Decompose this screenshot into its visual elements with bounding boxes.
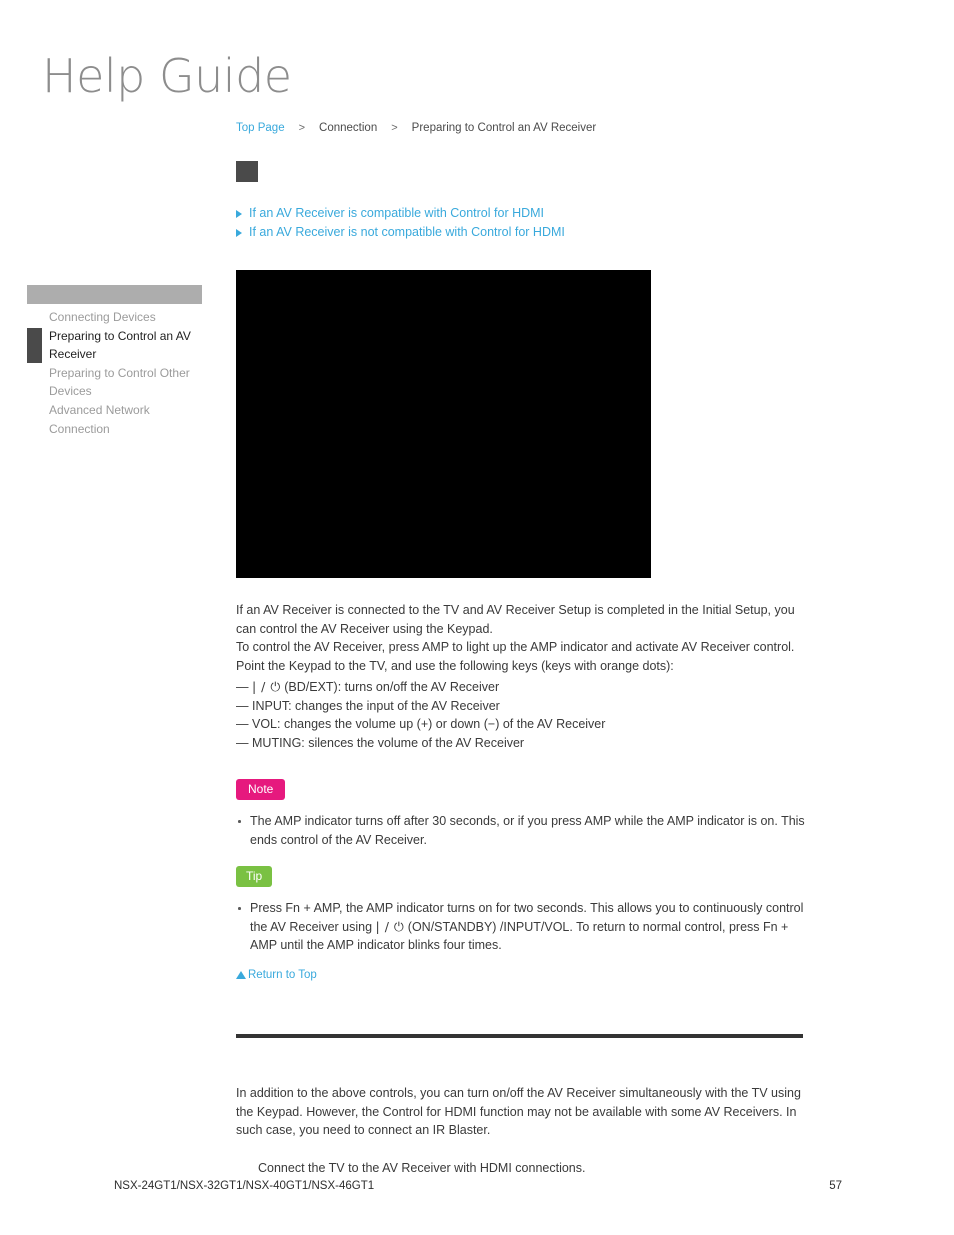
tip-body: Press Fn + AMP, the AMP indicator turns … <box>236 899 806 955</box>
footer-model-numbers: NSX-24GT1/NSX-32GT1/NSX-40GT1/NSX-46GT1 <box>114 1180 375 1192</box>
dash-bullet: — <box>236 735 249 750</box>
sidebar: Connecting Devices Preparing to Control … <box>27 285 202 438</box>
sidebar-item-preparing-av-receiver[interactable]: Preparing to Control an AV Receiver <box>27 327 202 364</box>
triangle-up-icon <box>236 971 246 979</box>
breadcrumb-separator-1: > <box>298 122 306 134</box>
breadcrumb-item-connection[interactable]: Connection <box>319 122 377 134</box>
sidebar-item-label: Preparing to Control an AV Receiver <box>49 328 191 362</box>
key-function-item-power: — | / ⏻ (BD/EXT): turns on/off the AV Rec… <box>236 678 806 697</box>
anchor-link-list: If an AV Receiver is compatible with Con… <box>236 204 796 242</box>
lower-copy: In addition to the above controls, you c… <box>236 1084 806 1140</box>
page-title-swatch <box>236 161 258 182</box>
sidebar-header-bar <box>27 285 202 304</box>
masthead: Help Guide <box>42 48 462 104</box>
sidebar-item-list: Connecting Devices Preparing to Control … <box>27 308 202 438</box>
key-function-item-input: — INPUT: changes the input of the AV Rece… <box>236 697 806 716</box>
sidebar-item-preparing-other-devices[interactable]: Preparing to Control Other Devices <box>27 364 202 401</box>
key-function-text: VOL: changes the volume up (+) or down (… <box>252 717 606 732</box>
key-function-text: (BD/EXT): turns on/off the AV Receiver <box>280 680 500 694</box>
triangle-right-icon <box>236 210 242 218</box>
dot-bullet-icon <box>238 820 241 823</box>
tip-list-item: Press Fn + AMP, the AMP indicator turns … <box>236 899 806 955</box>
return-to-top-label: Return to Top <box>248 969 317 981</box>
anchor-link-label: If an AV Receiver is compatible with Con… <box>249 206 545 220</box>
key-function-item-vol: — VOL: changes the volume up (+) or down … <box>236 715 806 734</box>
breadcrumb-separator-2: > <box>391 122 398 134</box>
breadcrumb-link-top-page[interactable]: Top Page <box>236 122 285 134</box>
tip-badge: Tip <box>236 866 273 887</box>
site-title: Help Guide <box>42 49 292 103</box>
note-badge: Note <box>236 779 286 800</box>
note-list-item: The AMP indicator turns off after 30 sec… <box>236 812 806 849</box>
dash-bullet: — <box>236 680 249 694</box>
triangle-right-icon <box>236 229 242 237</box>
key-function-text: INPUT: changes the input of the AV Recei… <box>252 698 500 713</box>
key-function-text: MUTING: silences the volume of the AV Re… <box>252 735 525 750</box>
intro-copy: If an AV Receiver is connected to the TV… <box>236 601 806 675</box>
key-function-item-muting: — MUTING: silences the volume of the AV R… <box>236 734 806 753</box>
power-symbol-icon: | / ⏻ <box>252 679 281 694</box>
intro-paragraph-1: If an AV Receiver is connected to the TV… <box>236 603 795 636</box>
key-function-list: — | / ⏻ (BD/EXT): turns on/off the AV Rec… <box>236 678 806 752</box>
step-caption: Connect the TV to the AV Receiver with H… <box>258 1161 586 1175</box>
intro-paragraph-2: To control the AV Receiver, press AMP to… <box>236 640 795 673</box>
power-symbol-icon: | / ⏻ <box>375 918 405 934</box>
return-to-top-link[interactable]: Return to Top <box>236 967 317 983</box>
note-callout: Note The AMP indicator turns off after 3… <box>236 779 806 849</box>
breadcrumb: Top Page > Connection > Preparing to Control… <box>236 120 596 136</box>
illustration-figure <box>236 270 651 578</box>
footer-page-number: 57 <box>829 1180 842 1192</box>
active-item-marker <box>27 327 42 363</box>
anchor-link-label: If an AV Receiver is not compatible with… <box>249 225 565 239</box>
dot-bullet-icon <box>238 907 241 910</box>
sidebar-item-connecting-devices[interactable]: Connecting Devices <box>27 308 202 327</box>
note-body: The AMP indicator turns off after 30 sec… <box>236 812 806 849</box>
breadcrumb-current-page: Preparing to Control an AV Receiver <box>411 122 597 134</box>
sidebar-item-advanced-network-connection[interactable]: Advanced Network Connection <box>27 401 202 438</box>
anchor-link-not-compatible[interactable]: If an AV Receiver is not compatible with… <box>236 223 796 242</box>
dash-bullet: — <box>236 717 249 732</box>
section-divider <box>236 1034 803 1038</box>
note-text: The AMP indicator turns off after 30 sec… <box>250 814 805 847</box>
page-footer: NSX-24GT1/NSX-32GT1/NSX-40GT1/NSX-46GT1 … <box>114 1178 842 1194</box>
tip-callout: Tip Press Fn + AMP, the AMP indicator tu… <box>236 866 806 955</box>
anchor-link-compatible[interactable]: If an AV Receiver is compatible with Con… <box>236 204 796 223</box>
dash-bullet: — <box>236 698 249 713</box>
lower-paragraph: In addition to the above controls, you c… <box>236 1086 801 1138</box>
